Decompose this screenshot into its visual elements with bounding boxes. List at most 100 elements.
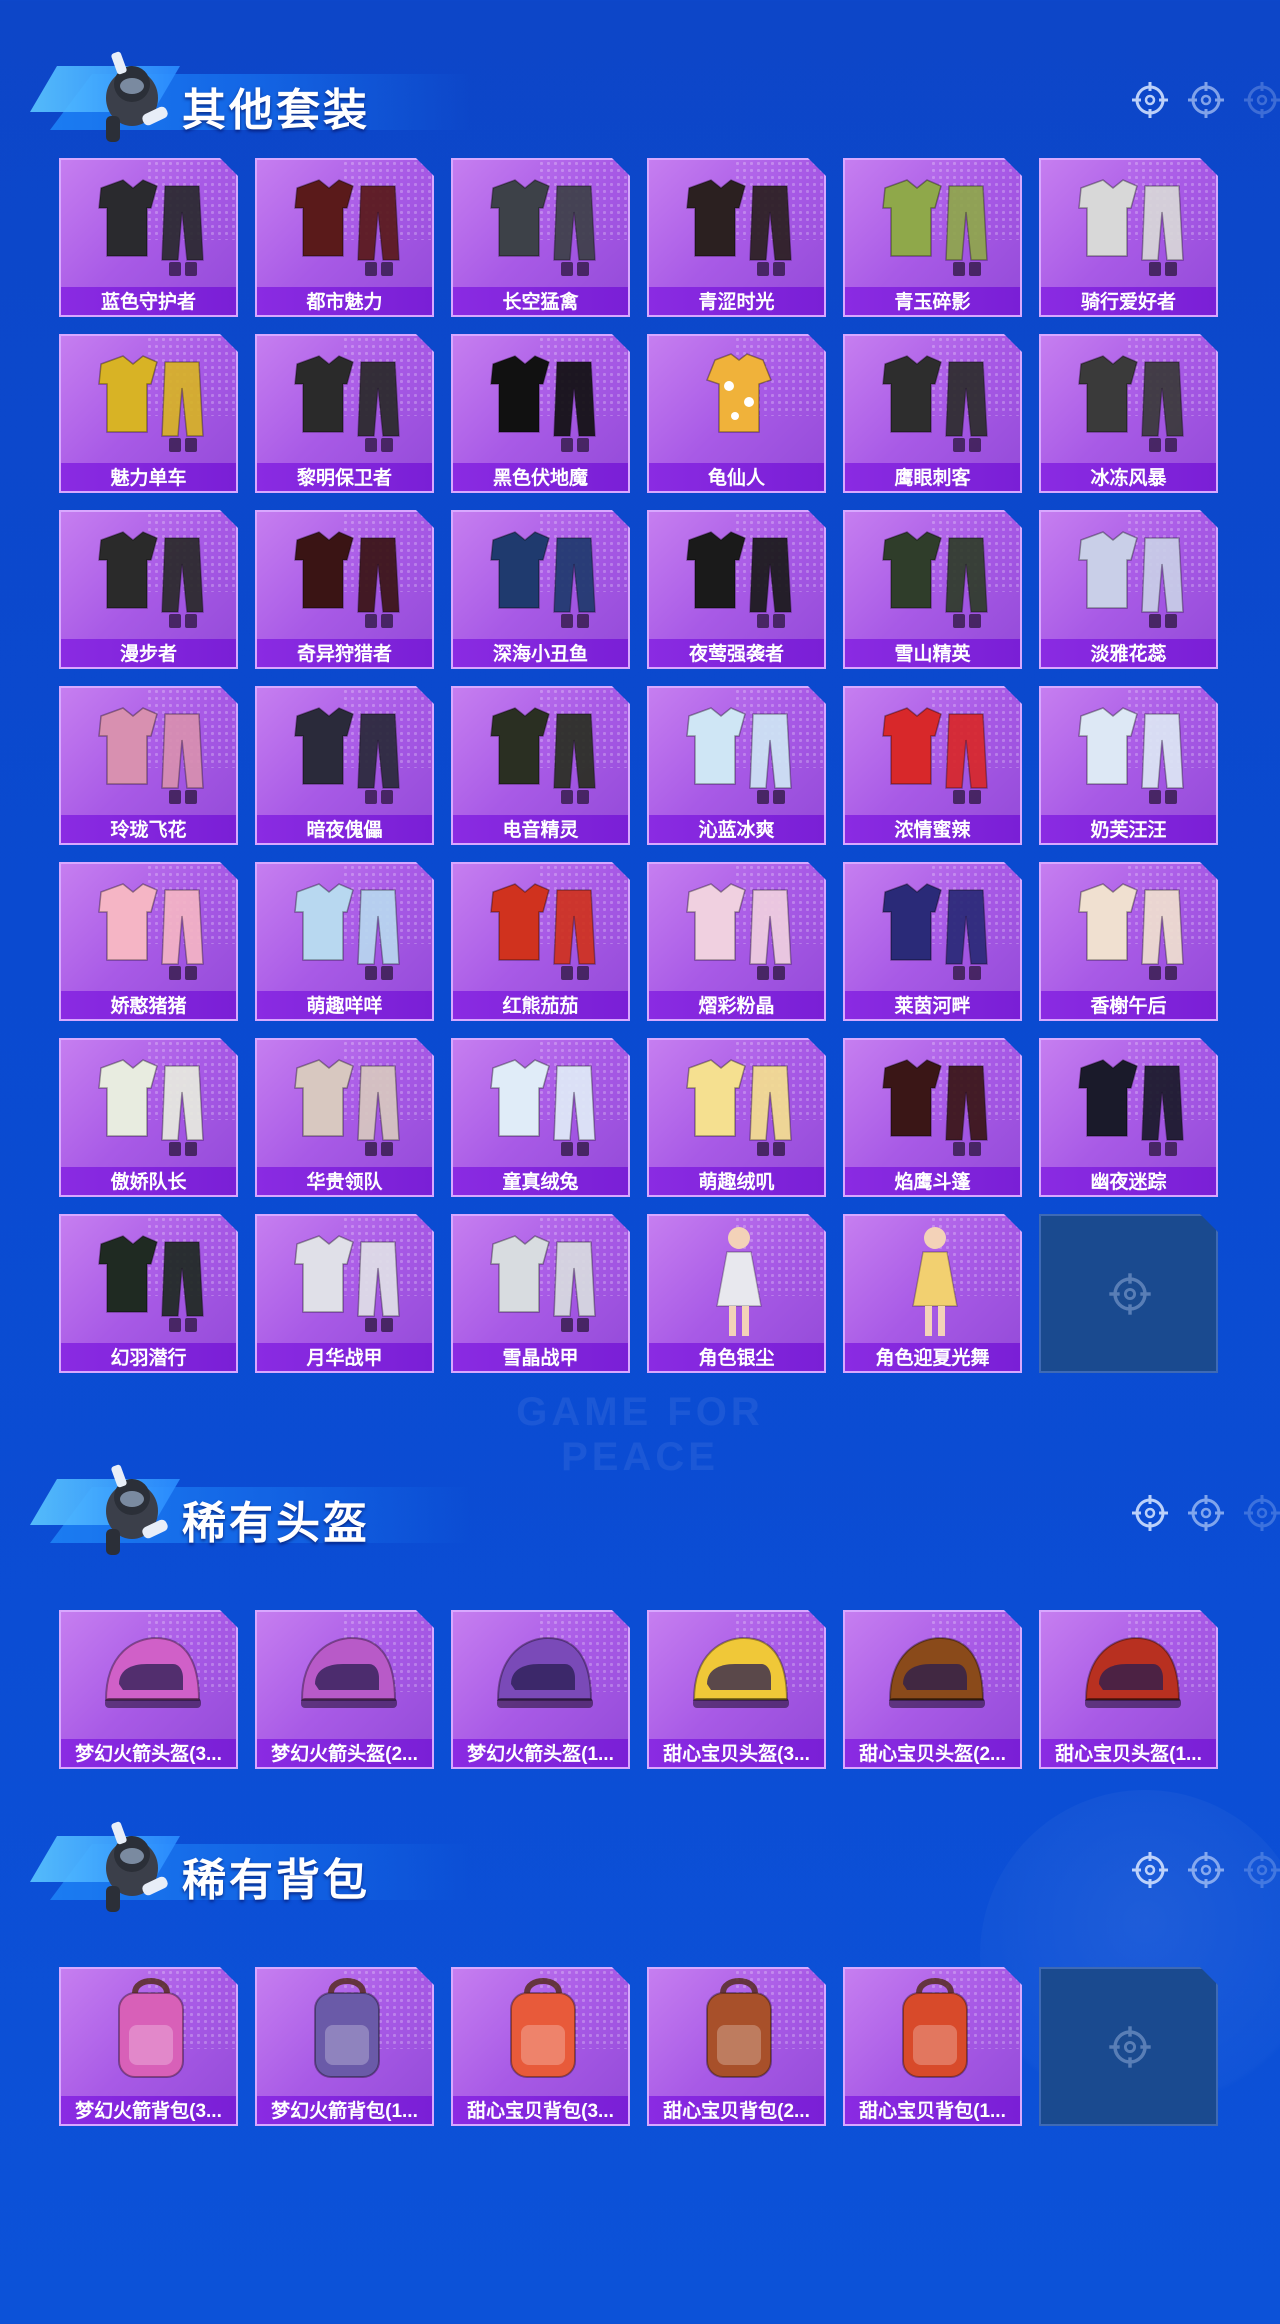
item-card[interactable]: 都市魅力 — [255, 158, 434, 317]
item-card[interactable]: 蓝色守护者 — [59, 158, 238, 317]
item-label: 甜心宝贝头盔(2... — [845, 1739, 1020, 1767]
item-card[interactable]: 梦幻火箭背包(3... — [59, 1967, 238, 2126]
item-card[interactable]: 梦幻火箭头盔(3... — [59, 1610, 238, 1769]
item-card[interactable]: 幽夜迷踪 — [1039, 1038, 1218, 1197]
outfit-image — [61, 336, 238, 464]
item-card[interactable]: 童真绒兔 — [451, 1038, 630, 1197]
outfit-image — [61, 1216, 238, 1344]
item-card[interactable]: 月华战甲 — [255, 1214, 434, 1373]
item-label: 萌趣咩咩 — [257, 991, 432, 1019]
outfit-image — [453, 336, 630, 464]
item-label: 傲娇队长 — [61, 1167, 236, 1195]
item-label: 月华战甲 — [257, 1343, 432, 1371]
item-card[interactable]: 青涩时光 — [647, 158, 826, 317]
outfit-image — [1041, 1040, 1218, 1168]
outfit-image — [649, 160, 826, 288]
item-card[interactable]: 冰冻风暴 — [1039, 334, 1218, 493]
item-card[interactable]: 黎明保卫者 — [255, 334, 434, 493]
item-card[interactable]: 玲珑飞花 — [59, 686, 238, 845]
item-card[interactable]: 角色银尘 — [647, 1214, 826, 1373]
item-label: 角色迎夏光舞 — [845, 1343, 1020, 1371]
item-card[interactable]: 幻羽潜行 — [59, 1214, 238, 1373]
item-label: 梦幻火箭背包(1... — [257, 2096, 432, 2124]
outfit-image — [845, 512, 1022, 640]
item-card[interactable]: 夜莺强袭者 — [647, 510, 826, 669]
item-label: 熠彩粉晶 — [649, 991, 824, 1019]
item-label: 都市魅力 — [257, 287, 432, 315]
item-label: 角色银尘 — [649, 1343, 824, 1371]
item-label: 莱茵河畔 — [845, 991, 1020, 1019]
reticle-group — [1130, 1493, 1280, 1539]
item-label: 梦幻火箭头盔(3... — [61, 1739, 236, 1767]
item-label: 魅力单车 — [61, 463, 236, 491]
crosshair-icon — [1130, 1493, 1170, 1533]
item-card[interactable]: 雪晶战甲 — [451, 1214, 630, 1373]
item-label: 蓝色守护者 — [61, 287, 236, 315]
item-card[interactable]: 青玉碎影 — [843, 158, 1022, 317]
item-card[interactable]: 华贵领队 — [255, 1038, 434, 1197]
item-card[interactable]: 暗夜傀儡 — [255, 686, 434, 845]
item-card[interactable]: 骑行爱好者 — [1039, 158, 1218, 317]
item-card[interactable]: 娇憨猪猪 — [59, 862, 238, 1021]
item-card[interactable]: 淡雅花蕊 — [1039, 510, 1218, 669]
crosshair-icon — [1242, 1850, 1280, 1890]
item-label: 梦幻火箭背包(3... — [61, 2096, 236, 2124]
item-card[interactable]: 香榭午后 — [1039, 862, 1218, 1021]
item-card[interactable]: 龟仙人 — [647, 334, 826, 493]
helmet-image — [845, 1612, 1022, 1740]
outfit-image — [257, 336, 434, 464]
item-label: 玲珑飞花 — [61, 815, 236, 843]
backpack-image — [257, 1969, 434, 2097]
item-card[interactable]: 甜心宝贝头盔(1... — [1039, 1610, 1218, 1769]
item-card[interactable]: 奶芙汪汪 — [1039, 686, 1218, 845]
item-card[interactable]: 熠彩粉晶 — [647, 862, 826, 1021]
item-card[interactable]: 甜心宝贝头盔(3... — [647, 1610, 826, 1769]
item-card[interactable]: 甜心宝贝背包(1... — [843, 1967, 1022, 2126]
item-card[interactable]: 甜心宝贝背包(2... — [647, 1967, 826, 2126]
item-card[interactable]: 萌趣绒叽 — [647, 1038, 826, 1197]
mascot-icon — [70, 1453, 200, 1563]
section-title: 稀有头盔 — [182, 1499, 370, 1548]
outfit-image — [649, 1040, 826, 1168]
item-label: 淡雅花蕊 — [1041, 639, 1216, 667]
item-card[interactable]: 萌趣咩咩 — [255, 862, 434, 1021]
item-label: 华贵领队 — [257, 1167, 432, 1195]
item-card[interactable]: 雪山精英 — [843, 510, 1022, 669]
item-card[interactable]: 红熊茄茄 — [451, 862, 630, 1021]
section-header: 稀有头盔 — [30, 1453, 1280, 1563]
item-card[interactable]: 梦幻火箭头盔(1... — [451, 1610, 630, 1769]
outfit-image — [1041, 864, 1218, 992]
item-card[interactable]: 角色迎夏光舞 — [843, 1214, 1022, 1373]
outfit-image — [1041, 688, 1218, 816]
item-card[interactable]: 长空猛禽 — [451, 158, 630, 317]
backpack-image — [845, 1969, 1022, 2097]
item-card[interactable]: 电音精灵 — [451, 686, 630, 845]
item-label: 鹰眼刺客 — [845, 463, 1020, 491]
item-card[interactable]: 黑色伏地魔 — [451, 334, 630, 493]
item-label: 冰冻风暴 — [1041, 463, 1216, 491]
item-card[interactable]: 莱茵河畔 — [843, 862, 1022, 1021]
outfit-image — [257, 160, 434, 288]
crosshair-icon — [1130, 1850, 1170, 1890]
section-header: 其他套装 — [30, 40, 1280, 150]
item-card[interactable]: 傲娇队长 — [59, 1038, 238, 1197]
crosshair-icon — [1107, 2024, 1153, 2070]
item-card[interactable]: 浓情蜜辣 — [843, 686, 1022, 845]
item-card[interactable]: 甜心宝贝头盔(2... — [843, 1610, 1022, 1769]
outfit-image — [61, 688, 238, 816]
item-card[interactable]: 焰鹰斗篷 — [843, 1038, 1022, 1197]
helmet-image — [649, 1612, 826, 1740]
item-card[interactable]: 甜心宝贝背包(3... — [451, 1967, 630, 2126]
item-label: 夜莺强袭者 — [649, 639, 824, 667]
outfit-image — [845, 864, 1022, 992]
item-card[interactable]: 魅力单车 — [59, 334, 238, 493]
item-card[interactable]: 梦幻火箭背包(1... — [255, 1967, 434, 2126]
item-card[interactable]: 漫步者 — [59, 510, 238, 669]
item-card[interactable]: 沁蓝冰爽 — [647, 686, 826, 845]
item-card[interactable]: 深海小丑鱼 — [451, 510, 630, 669]
item-card[interactable]: 梦幻火箭头盔(2... — [255, 1610, 434, 1769]
item-card[interactable]: 鹰眼刺客 — [843, 334, 1022, 493]
item-label: 甜心宝贝背包(1... — [845, 2096, 1020, 2124]
item-label: 长空猛禽 — [453, 287, 628, 315]
item-card[interactable]: 奇异狩猎者 — [255, 510, 434, 669]
